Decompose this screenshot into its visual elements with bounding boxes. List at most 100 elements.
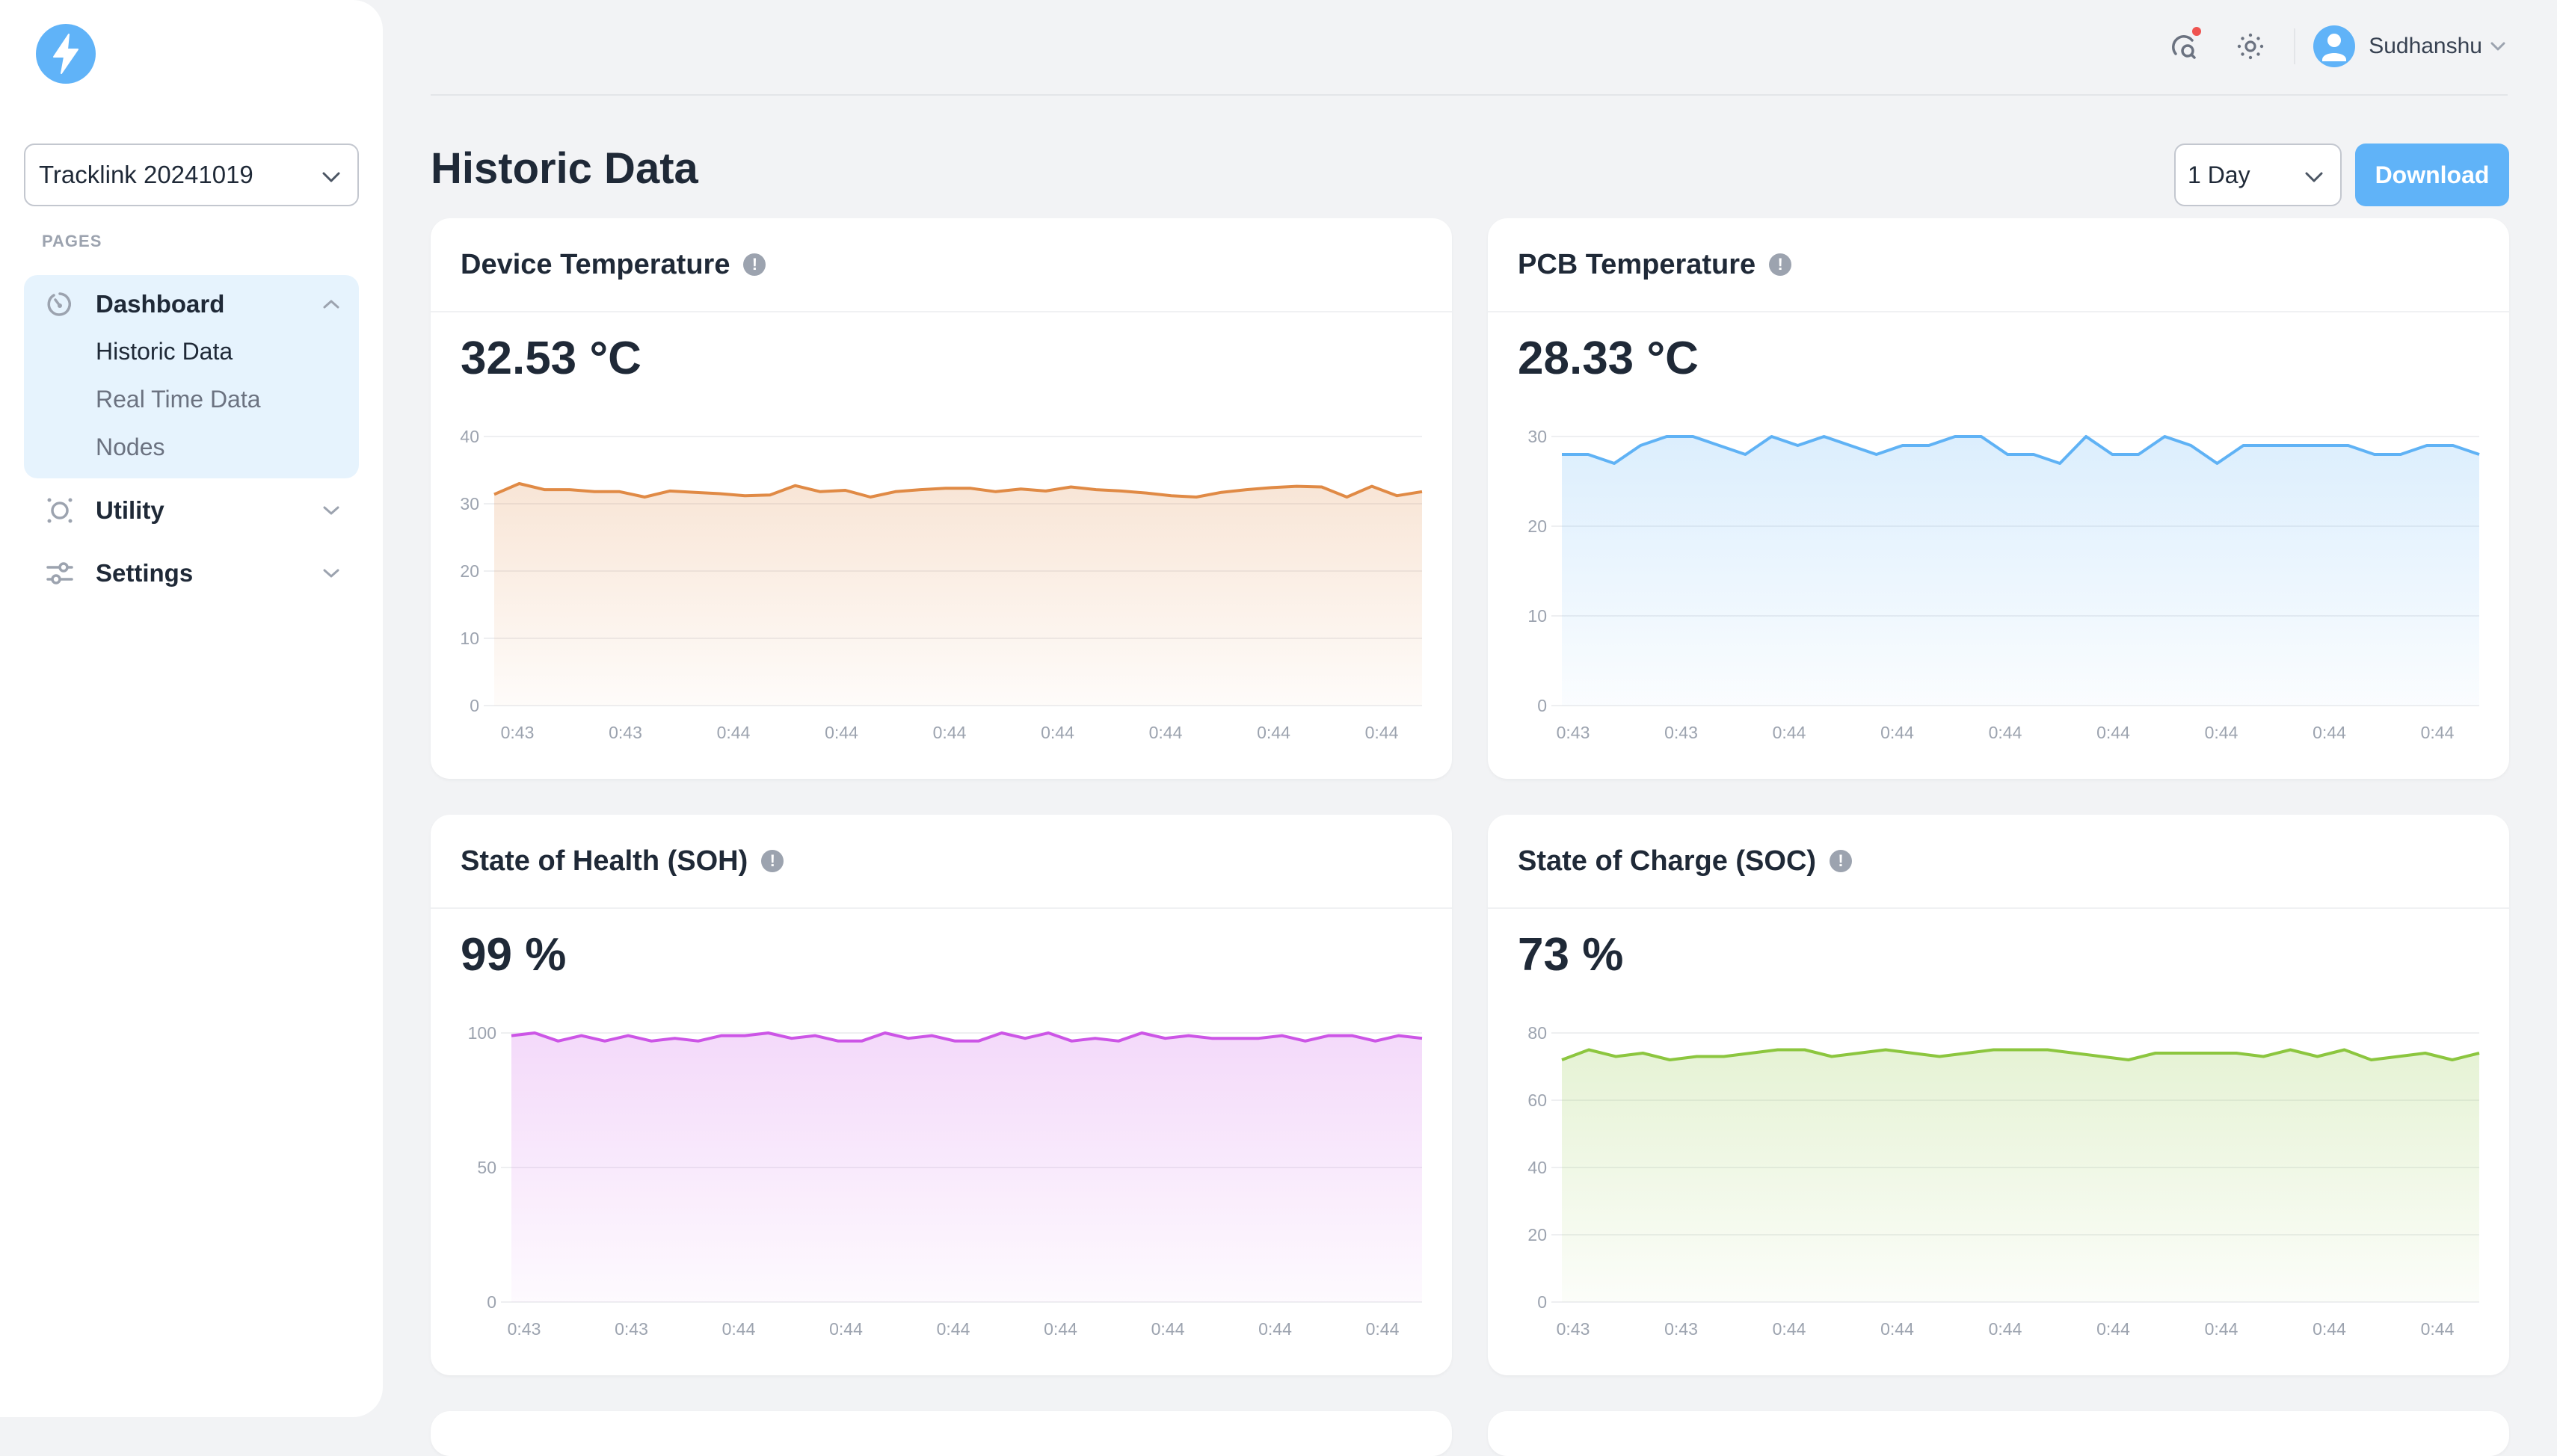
series-area: [511, 1033, 1422, 1302]
x-tick-label: 0:44: [1258, 1319, 1292, 1339]
x-tick-label: 0:44: [1366, 1319, 1400, 1339]
user-icon: [2313, 25, 2355, 67]
sidebar-item-dashboard[interactable]: Dashboard: [24, 278, 359, 330]
topbar-actions: Sudhanshu: [2135, 22, 2508, 70]
dashboard-gauge-icon: [46, 291, 73, 318]
x-tick-label: 0:44: [937, 1319, 970, 1339]
pcb-temperature-chart: 0 10 20 30 0:43 0:43 0:44 0:44 0:44 0:44 0:44 0:44 0…: [1488, 218, 2509, 779]
time-range-value: 1 Day: [2188, 161, 2304, 189]
chevron-down-icon[interactable]: [320, 562, 342, 584]
y-tick-label: 10: [460, 629, 479, 648]
x-tick-label: 0:43: [1664, 1319, 1698, 1339]
chevron-down-icon: [2304, 161, 2324, 189]
sidebar-item-label: Settings: [96, 559, 193, 587]
x-tick-label: 0:44: [2096, 723, 2130, 742]
y-tick-label: 0: [1537, 696, 1547, 715]
x-tick-label: 0:44: [1773, 723, 1806, 742]
chevron-up-icon[interactable]: [320, 293, 342, 315]
x-tick-label: 0:43: [501, 723, 535, 742]
y-tick-label: 60: [1527, 1091, 1547, 1110]
x-tick-label: 0:44: [1044, 1319, 1077, 1339]
y-tick-label: 0: [1537, 1292, 1547, 1312]
y-tick-label: 0: [470, 696, 479, 715]
section-label-pages: PAGES: [42, 232, 102, 251]
y-tick-label: 20: [460, 561, 479, 581]
sidebar-subitem-nodes[interactable]: Nodes: [96, 434, 165, 461]
chevron-down-icon: [321, 161, 341, 189]
sidebar-item-label: Dashboard: [96, 290, 224, 318]
lightning-bolt-icon[interactable]: [36, 24, 96, 84]
x-tick-label: 0:43: [1664, 723, 1698, 742]
x-tick-label: 0:44: [2205, 723, 2238, 742]
x-tick-label: 0:44: [2313, 1319, 2346, 1339]
sidebar-subitem-historic-data[interactable]: Historic Data: [96, 338, 233, 365]
x-tick-label: 0:43: [508, 1319, 541, 1339]
x-tick-label: 0:44: [717, 723, 751, 742]
x-tick-label: 0:44: [2313, 723, 2346, 742]
notifications-button[interactable]: [2168, 30, 2201, 63]
x-tick-label: 0:43: [1557, 723, 1590, 742]
notification-badge: [2192, 27, 2201, 36]
y-tick-label: 100: [468, 1023, 496, 1043]
x-tick-label: 0:43: [609, 723, 642, 742]
x-tick-label: 0:44: [1773, 1319, 1806, 1339]
project-select-value: Tracklink 20241019: [39, 161, 321, 189]
x-tick-label: 0:44: [1989, 723, 2022, 742]
page-title: Historic Data: [431, 144, 698, 194]
user-name[interactable]: Sudhanshu: [2369, 34, 2482, 59]
sidebar-item-settings[interactable]: Settings: [24, 547, 359, 599]
sidebar-item-label: Utility: [96, 496, 164, 525]
x-tick-label: 0:43: [1557, 1319, 1590, 1339]
card-partial: [431, 1411, 1452, 1456]
topbar-divider: [2294, 28, 2295, 64]
card-state-of-health: State of Health (SOH) ! 99 % 0501000:430…: [431, 815, 1452, 1375]
project-select[interactable]: Tracklink 20241019: [24, 144, 359, 206]
x-tick-label: 0:44: [829, 1319, 863, 1339]
series-area: [1562, 437, 2479, 706]
sliders-icon: [46, 560, 73, 587]
card-pcb-temperature: PCB Temperature ! 28.33 °C 01020300:430:…: [1488, 218, 2509, 779]
time-range-select[interactable]: 1 Day: [2174, 144, 2342, 206]
x-tick-label: 0:44: [1365, 723, 1399, 742]
y-tick-label: 10: [1527, 606, 1547, 626]
x-tick-label: 0:44: [1880, 723, 1914, 742]
x-tick-label: 0:44: [1041, 723, 1074, 742]
chevron-down-icon[interactable]: [2488, 37, 2508, 56]
x-tick-label: 0:44: [933, 723, 967, 742]
y-tick-label: 40: [1527, 1158, 1547, 1177]
x-tick-label: 0:44: [722, 1319, 756, 1339]
chevron-down-icon[interactable]: [320, 499, 342, 522]
sun-icon: [2237, 33, 2264, 60]
x-tick-label: 0:44: [1149, 723, 1183, 742]
y-tick-label: 40: [460, 427, 479, 446]
device-temperature-chart: 0 10 20 30 40 0:43 0:43 0:44 0:44 0:44 0:44 0:44 0:4…: [431, 218, 1452, 779]
x-tick-label: 0:44: [1257, 723, 1290, 742]
y-tick-label: 20: [1527, 516, 1547, 536]
x-tick-label: 0:43: [615, 1319, 648, 1339]
x-tick-label: 0:44: [1989, 1319, 2022, 1339]
x-tick-label: 0:44: [2421, 1319, 2455, 1339]
x-tick-label: 0:44: [825, 723, 858, 742]
x-tick-label: 0:44: [2421, 723, 2455, 742]
avatar[interactable]: [2313, 25, 2355, 67]
y-tick-label: 30: [460, 494, 479, 513]
utility-icon: [46, 497, 73, 524]
chat-search-icon: [2170, 31, 2200, 61]
x-tick-label: 0:44: [2205, 1319, 2238, 1339]
y-tick-label: 20: [1527, 1225, 1547, 1244]
series-area: [494, 484, 1422, 706]
sidebar-subitem-real-time-data[interactable]: Real Time Data: [96, 386, 261, 413]
theme-toggle-button[interactable]: [2234, 30, 2267, 63]
topbar-divider-line: [431, 94, 2508, 96]
card-state-of-charge: State of Charge (SOC) ! 73 % 0204060800:…: [1488, 815, 2509, 1375]
y-tick-label: 30: [1527, 427, 1547, 446]
sidebar: Tracklink 20241019 PAGES Dashboard Histo…: [0, 0, 383, 1417]
soh-chart: 0501000:430:430:440:440:440:440:440:440:…: [431, 815, 1452, 1375]
x-tick-label: 0:44: [1151, 1319, 1185, 1339]
download-button[interactable]: Download: [2355, 144, 2509, 206]
series-area: [1562, 1050, 2479, 1303]
x-tick-label: 0:44: [2096, 1319, 2130, 1339]
y-tick-label: 80: [1527, 1023, 1547, 1043]
sidebar-item-utility[interactable]: Utility: [24, 484, 359, 537]
card-device-temperature: Device Temperature ! 32.53 °C 0102030400…: [431, 218, 1452, 779]
